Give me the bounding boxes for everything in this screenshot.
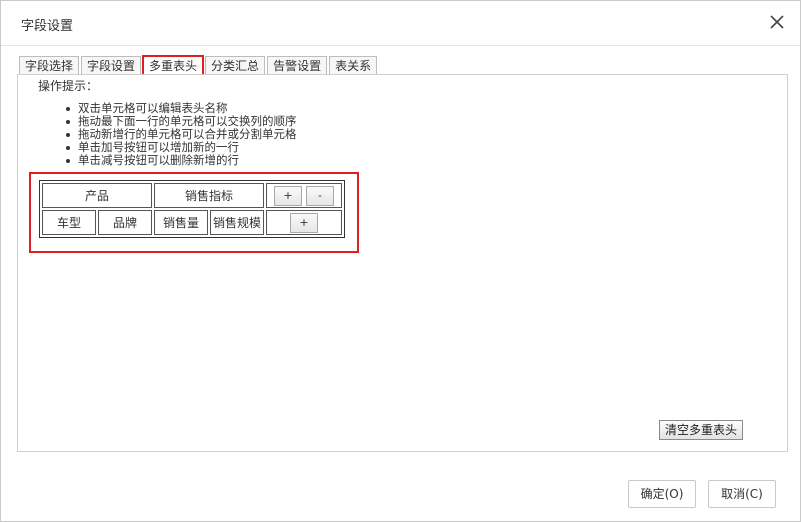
multi-header-editor: 产品 销售指标 + - 车型 品牌 销售量 销售规模 +: [29, 172, 359, 253]
header-row-base: 车型 品牌 销售量 销售规模 +: [42, 210, 342, 235]
tab-bar: 字段选择 字段设置 多重表头 分类汇总 告警设置 表关系: [19, 55, 379, 76]
tab-field-select[interactable]: 字段选择: [19, 56, 80, 75]
add-row-button[interactable]: +: [290, 212, 318, 233]
tab-table-relation[interactable]: 表关系: [329, 56, 378, 75]
cancel-button[interactable]: 取消(C): [708, 480, 776, 508]
dialog-titlebar: 字段设置: [1, 1, 800, 46]
tab-field-settings[interactable]: 字段设置: [81, 56, 142, 75]
hint-list: 双击单元格可以编辑表头名称 拖动最下面一行的单元格可以交换列的顺序 拖动新增行的…: [64, 102, 297, 167]
close-icon[interactable]: [768, 13, 786, 31]
header-cell-model[interactable]: 车型: [42, 210, 96, 235]
header-cell-sales-volume[interactable]: 销售量: [154, 210, 208, 235]
header-cell-sales-metrics[interactable]: 销售指标: [154, 183, 264, 208]
header-grid: 产品 销售指标 + - 车型 品牌 销售量 销售规模 +: [39, 180, 345, 238]
tab-subtotal[interactable]: 分类汇总: [205, 56, 266, 75]
header-cell-product[interactable]: 产品: [42, 183, 152, 208]
tab-multi-header[interactable]: 多重表头: [142, 55, 205, 76]
row-actions: + -: [266, 183, 342, 208]
header-cell-sales-scale[interactable]: 销售规模: [210, 210, 264, 235]
ok-button[interactable]: 确定(O): [628, 480, 696, 508]
row-actions: +: [266, 210, 342, 235]
field-settings-dialog: 字段设置 字段选择 字段设置 多重表头 分类汇总 告警设置 表关系 操作提示： …: [0, 0, 801, 522]
hint-title: 操作提示：: [38, 79, 99, 93]
dialog-title: 字段设置: [21, 19, 74, 34]
add-row-button[interactable]: +: [274, 185, 302, 206]
header-cell-brand[interactable]: 品牌: [98, 210, 152, 235]
tab-alert-settings[interactable]: 告警设置: [267, 56, 328, 75]
clear-multi-header-button[interactable]: 清空多重表头: [659, 420, 744, 440]
header-row-added: 产品 销售指标 + -: [42, 183, 342, 208]
hint-item: 单击减号按钮可以删除新增的行: [64, 154, 297, 167]
multi-header-panel: 操作提示： 双击单元格可以编辑表头名称 拖动最下面一行的单元格可以交换列的顺序 …: [17, 74, 788, 452]
remove-row-button[interactable]: -: [306, 185, 334, 206]
